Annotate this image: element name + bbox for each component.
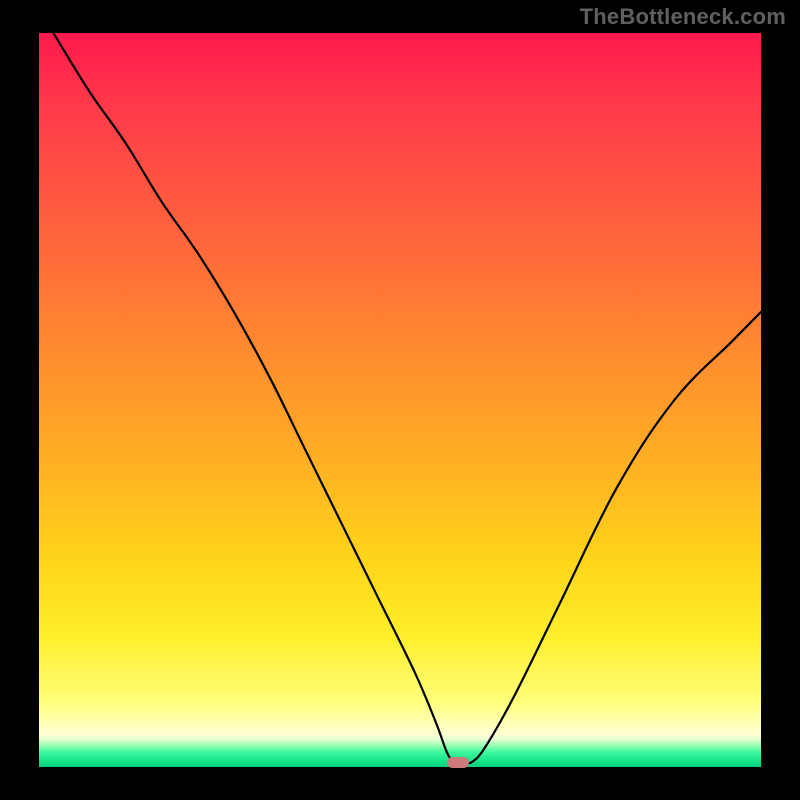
chart-plot-area <box>39 33 761 767</box>
optimum-marker <box>447 757 469 768</box>
watermark-text: TheBottleneck.com <box>580 4 786 30</box>
bottleneck-curve <box>39 33 761 767</box>
curve-path <box>53 33 761 763</box>
